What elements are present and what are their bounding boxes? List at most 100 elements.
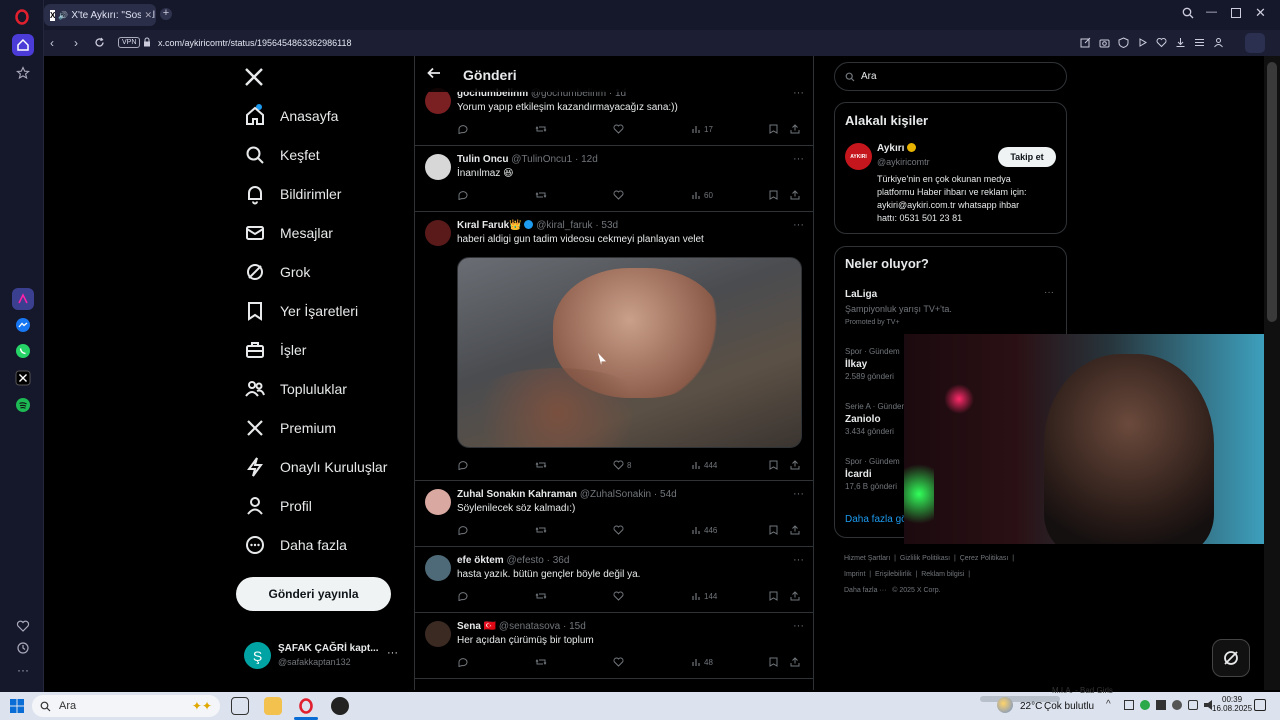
shield-icon[interactable] xyxy=(1118,37,1129,48)
views-icon[interactable]: 48 xyxy=(691,657,713,667)
like-icon[interactable] xyxy=(613,190,627,200)
network-icon[interactable] xyxy=(1188,700,1198,710)
account-name[interactable]: ŞAFAK ÇAĞRİ kapt... xyxy=(278,643,379,654)
back-arrow-icon[interactable] xyxy=(427,67,441,79)
retweet-icon[interactable] xyxy=(535,657,547,667)
person-name[interactable]: Aykırı xyxy=(877,143,917,154)
trend-item[interactable]: Spor · Gündem İcardi 17,6 B gönderi xyxy=(845,457,900,491)
audio-icon[interactable]: 🔊 xyxy=(58,11,68,20)
share-icon[interactable] xyxy=(790,124,800,134)
nav-verified-orgs[interactable]: Onaylı Kuruluşlar xyxy=(244,450,387,484)
trend-item[interactable]: Spor · Gündem İlkay 2.589 gönderi xyxy=(845,347,900,381)
reply-icon[interactable] xyxy=(457,657,468,667)
heart-sidebar-icon[interactable] xyxy=(12,615,34,637)
reply-icon[interactable] xyxy=(457,190,468,200)
promo-title[interactable]: LaLiga xyxy=(845,289,877,300)
share-icon[interactable] xyxy=(790,460,800,470)
share-icon[interactable] xyxy=(790,525,800,535)
account-avatar[interactable]: Ş xyxy=(244,642,271,669)
task-view-icon[interactable] xyxy=(231,697,249,715)
tweet-more-icon[interactable]: ··· xyxy=(793,620,804,632)
share-icon[interactable] xyxy=(790,591,800,601)
nav-messages[interactable]: Mesajlar xyxy=(244,216,333,250)
author-handle[interactable]: @kiral_faruk · 53d xyxy=(536,220,618,231)
close-window-button[interactable]: ✕ xyxy=(1255,5,1266,21)
home-sidebar-icon[interactable] xyxy=(12,34,34,56)
trend-item[interactable]: Serie A · Gündem Zaniolo 3.434 gönderi xyxy=(845,402,908,436)
footer-link[interactable]: Çerez Politikası xyxy=(960,555,1009,562)
nav-profile[interactable]: Profil xyxy=(244,489,312,523)
retweet-icon[interactable] xyxy=(535,460,547,470)
share-icon[interactable] xyxy=(790,657,800,667)
nav-bookmarks[interactable]: Yer İşaretleri xyxy=(244,294,358,328)
author-handle[interactable]: @ZuhalSonakin · 54d xyxy=(580,489,677,500)
minimize-button[interactable]: — xyxy=(1206,6,1217,18)
play-icon[interactable] xyxy=(1137,37,1148,48)
new-tab-button[interactable]: + xyxy=(160,8,172,20)
opera-taskbar-icon[interactable] xyxy=(297,697,315,715)
notification-center-icon[interactable] xyxy=(1254,699,1266,711)
tray-app-icon[interactable] xyxy=(1140,700,1150,710)
camera-icon[interactable] xyxy=(1099,37,1110,48)
author-name[interactable]: Kıral Faruk👑 xyxy=(457,220,522,231)
menu-icon[interactable] xyxy=(1194,37,1205,48)
nav-explore[interactable]: Keşfet xyxy=(244,138,320,172)
footer-link[interactable]: Gizlilik Politikası xyxy=(900,555,950,562)
edit-icon[interactable] xyxy=(1080,37,1091,48)
avatar[interactable] xyxy=(425,154,451,180)
bookmark-action-icon[interactable] xyxy=(769,124,778,134)
views-icon[interactable]: 60 xyxy=(691,190,713,200)
bookmark-action-icon[interactable] xyxy=(769,525,778,535)
bing-sparkle-icon[interactable]: ✦✦ xyxy=(192,699,212,713)
nav-more[interactable]: Daha fazla xyxy=(244,528,347,562)
nav-notifications[interactable]: Bildirimler xyxy=(244,177,341,211)
views-icon[interactable]: 444 xyxy=(691,460,717,470)
aykiri-logo[interactable]: AYKIRI xyxy=(845,143,872,170)
author-name[interactable]: Zuhal Sonakın Kahraman xyxy=(457,489,577,500)
x-logo-icon[interactable] xyxy=(243,66,265,88)
footer-link[interactable]: Reklam bilgisi xyxy=(921,571,964,578)
follow-button[interactable]: Takip et xyxy=(998,147,1056,167)
tweet-more-icon[interactable]: ··· xyxy=(793,153,804,165)
like-icon[interactable] xyxy=(613,525,627,535)
extension-icon[interactable] xyxy=(1245,33,1265,53)
tweet[interactable]: efe öktem @efesto · 36d ··· hasta yazık.… xyxy=(415,547,814,613)
reply-icon[interactable] xyxy=(457,460,468,470)
avatar[interactable] xyxy=(425,220,451,246)
nav-jobs[interactable]: İşler xyxy=(244,333,306,367)
retweet-icon[interactable] xyxy=(535,591,547,601)
nav-grok[interactable]: Grok xyxy=(244,255,310,289)
account-menu-icon[interactable]: ··· xyxy=(387,647,398,659)
views-icon[interactable]: 144 xyxy=(691,591,717,601)
like-icon[interactable]: 8 xyxy=(613,460,631,470)
clock[interactable]: 00:39 16.08.2025 xyxy=(1212,695,1252,713)
weather-text[interactable]: Çok bulutlu xyxy=(1044,701,1094,712)
footer-link[interactable]: Imprint xyxy=(844,571,865,578)
file-explorer-icon[interactable] xyxy=(264,697,282,715)
tray-app-icon[interactable] xyxy=(1156,700,1166,710)
weather-icon[interactable] xyxy=(997,697,1013,713)
spotify-icon[interactable] xyxy=(12,394,34,416)
nav-premium[interactable]: Premium xyxy=(244,411,336,445)
tweet-more-icon[interactable]: ··· xyxy=(793,488,804,500)
history-icon[interactable] xyxy=(12,637,34,659)
chevron-up-icon[interactable]: ^ xyxy=(1106,699,1111,710)
url-text[interactable]: x.com/aykiricomtr/status/195645486336298… xyxy=(158,38,351,48)
footer-link[interactable]: Erişilebilirlik xyxy=(875,571,912,578)
download-icon[interactable] xyxy=(1175,37,1186,48)
footer-more[interactable]: Daha fazla ··· xyxy=(844,587,886,594)
scrollbar-thumb[interactable] xyxy=(1267,62,1277,322)
search-box[interactable]: Ara xyxy=(834,62,1067,91)
bookmark-action-icon[interactable] xyxy=(769,460,778,470)
tab-search-icon[interactable] xyxy=(1182,7,1194,19)
retweet-icon[interactable] xyxy=(535,525,547,535)
tray-app-icon[interactable] xyxy=(1172,700,1182,710)
windows-start-icon[interactable] xyxy=(10,699,24,713)
more-sidebar-icon[interactable]: ··· xyxy=(12,659,34,681)
maximize-button[interactable] xyxy=(1231,8,1241,18)
tweet[interactable]: Zuhal Sonakın Kahraman @ZuhalSonakin · 5… xyxy=(415,481,814,547)
vpn-badge[interactable]: VPN xyxy=(118,37,141,48)
reply-icon[interactable] xyxy=(457,124,468,134)
promo-more-icon[interactable]: ··· xyxy=(1044,287,1054,298)
browser-tab[interactable]: X 🔊 X'te Aykırı: "Sosyal me ✕ xyxy=(44,4,156,26)
